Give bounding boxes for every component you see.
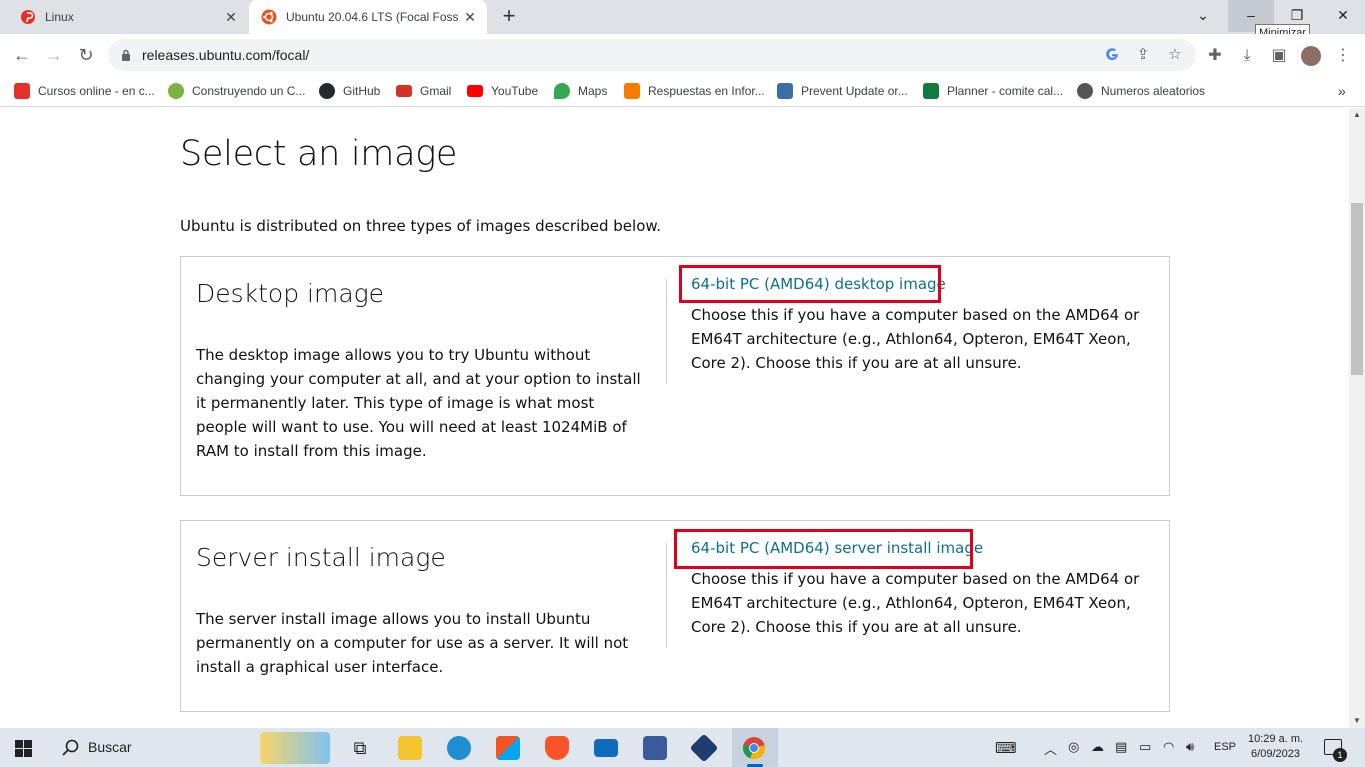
- brave-icon[interactable]: [545, 736, 569, 760]
- bookmark-item[interactable]: Cursos online - en c...: [14, 81, 155, 101]
- share-icon[interactable]: ⇪: [1134, 46, 1152, 64]
- divider: [666, 543, 667, 648]
- tab-linux[interactable]: Linux ✕: [8, 0, 248, 34]
- bookmarks-overflow-icon[interactable]: »: [1338, 81, 1346, 101]
- youtube-icon: [467, 85, 483, 97]
- tab-strip: Linux ✕ Ubuntu 20.04.6 LTS (Focal Fossa)…: [0, 0, 1365, 43]
- page-scrollbar[interactable]: ▲ ▼: [1349, 108, 1365, 728]
- edge-icon[interactable]: [447, 736, 471, 760]
- close-window-button[interactable]: ✕: [1320, 0, 1365, 32]
- scrollbar-thumb[interactable]: [1351, 203, 1363, 375]
- search-icon: [62, 739, 79, 756]
- clock-time: 10:29 a. m.: [1248, 733, 1304, 745]
- google-icon[interactable]: [1103, 46, 1121, 64]
- avatar[interactable]: [1301, 46, 1321, 66]
- cloud-icon[interactable]: ☁: [1091, 739, 1104, 755]
- divider: [666, 279, 667, 384]
- mail-icon[interactable]: [594, 739, 618, 757]
- task-view-icon[interactable]: ⧉: [348, 736, 372, 760]
- server-image-description: The server install image allows you to i…: [196, 610, 629, 676]
- search-highlight-icon: [260, 732, 330, 764]
- download-icon[interactable]: ⤓: [1237, 46, 1257, 66]
- bookmark-star-icon[interactable]: ☆: [1166, 46, 1184, 64]
- taskbar-search-box[interactable]: Buscar: [50, 728, 335, 767]
- bookmark-item[interactable]: Gmail: [396, 81, 451, 101]
- tab-ubuntu[interactable]: Ubuntu 20.04.6 LTS (Focal Fossa) ✕: [249, 0, 487, 34]
- back-icon[interactable]: ←: [9, 42, 35, 68]
- chrome-taskbar-button[interactable]: [732, 728, 778, 767]
- store-icon[interactable]: [496, 736, 520, 760]
- bookmark-item[interactable]: GitHub: [319, 81, 380, 101]
- clock-date: 6/09/2023: [1251, 748, 1300, 760]
- wifi-icon[interactable]: ◠: [1163, 739, 1174, 755]
- bookmark-item[interactable]: Construyendo un C...: [168, 81, 305, 101]
- windows-start-icon[interactable]: [15, 740, 32, 757]
- bookmark-item[interactable]: Maps: [554, 81, 607, 101]
- bookmark-item[interactable]: Planner - comite cal...: [923, 81, 1063, 101]
- browser-toolbar: ← → ↻ releases.ubuntu.com/focal/ ⇪ ☆ ✚ ⤓…: [0, 34, 1365, 75]
- new-tab-button[interactable]: +: [498, 5, 520, 29]
- github-icon: [319, 83, 335, 99]
- tab-search-icon[interactable]: ⌄: [1180, 0, 1226, 32]
- search-placeholder: Buscar: [88, 739, 132, 755]
- lock-icon: [122, 49, 130, 61]
- battery-icon[interactable]: ▭: [1139, 739, 1151, 755]
- server-choose-text: Choose this if you have a computer based…: [691, 570, 1140, 636]
- blogger-icon: [624, 83, 640, 99]
- chrome-icon: [743, 737, 766, 760]
- address-bar[interactable]: releases.ubuntu.com/focal/ ⇪ ☆: [108, 39, 1196, 71]
- desktop-image-description: The desktop image allows you to try Ubun…: [196, 346, 641, 460]
- language-indicator[interactable]: ESP: [1214, 741, 1236, 753]
- app-icon[interactable]: [643, 736, 667, 760]
- side-panel-icon[interactable]: ▣: [1269, 46, 1289, 66]
- server-image-title: Server install image: [196, 543, 446, 572]
- maps-icon: [554, 83, 570, 99]
- windows-taskbar: Buscar ⧉ ⌨ ︿ ◎ ☁ ▤ ▭ ◠ 🔊︎ ESP 10:29 a. m…: [0, 728, 1365, 767]
- reload-icon[interactable]: ↻: [73, 42, 99, 68]
- bookmark-icon: [14, 83, 30, 99]
- url-text: releases.ubuntu.com/focal/: [142, 47, 310, 63]
- notification-badge: 1: [1333, 748, 1347, 762]
- forward-icon[interactable]: →: [41, 42, 67, 68]
- desktop-choose-text: Choose this if you have a computer based…: [691, 306, 1140, 372]
- ubuntu-icon: [261, 9, 277, 25]
- extensions-icon[interactable]: ✚: [1205, 46, 1225, 66]
- clock[interactable]: 10:29 a. m. 6/09/2023: [1248, 732, 1303, 762]
- volume-icon[interactable]: 🔊︎: [1186, 739, 1194, 755]
- bookmark-item[interactable]: Numeros aleatorios: [1077, 81, 1205, 101]
- menu-kebab-icon[interactable]: ⋮: [1333, 46, 1353, 66]
- meet-icon[interactable]: ◎: [1068, 739, 1079, 755]
- highlight-box: [674, 529, 973, 569]
- virtualbox-icon[interactable]: [689, 733, 719, 763]
- show-hidden-icons-icon[interactable]: ︿: [1044, 739, 1057, 758]
- tab-title: Ubuntu 20.04.6 LTS (Focal Fossa): [286, 10, 459, 24]
- scroll-down-icon[interactable]: ▼: [1349, 714, 1365, 728]
- intro-text: Ubuntu is distributed on three types of …: [180, 217, 662, 235]
- globe-icon: [1077, 83, 1093, 99]
- desktop-image-title: Desktop image: [196, 279, 385, 308]
- page-title: Select an image: [180, 134, 458, 174]
- desktop-image-card: Desktop image The desktop image allows y…: [180, 256, 1170, 496]
- highlight-box: [679, 265, 941, 303]
- keyboard-icon[interactable]: ⌨: [995, 739, 1017, 757]
- pinterest-style-icon: [21, 10, 35, 24]
- bookmark-icon: [168, 83, 184, 99]
- page-content: Select an image Ubuntu is distributed on…: [0, 108, 1349, 728]
- close-tab-icon[interactable]: ✕: [459, 9, 481, 26]
- network-device-icon[interactable]: ▤: [1115, 739, 1127, 755]
- scroll-up-icon[interactable]: ▲: [1349, 108, 1365, 122]
- planner-icon: [923, 83, 939, 99]
- file-explorer-icon[interactable]: [398, 736, 422, 760]
- bookmark-icon: [777, 83, 793, 99]
- close-tab-icon[interactable]: ✕: [220, 9, 242, 26]
- bookmarks-bar: Cursos online - en c... Construyendo un …: [0, 75, 1365, 107]
- tab-title: Linux: [45, 10, 74, 24]
- gmail-icon: [396, 85, 412, 97]
- bookmark-item[interactable]: Respuestas en Infor...: [624, 81, 765, 101]
- bookmark-item[interactable]: YouTube: [467, 81, 538, 101]
- bookmark-item[interactable]: Prevent Update or...: [777, 81, 908, 101]
